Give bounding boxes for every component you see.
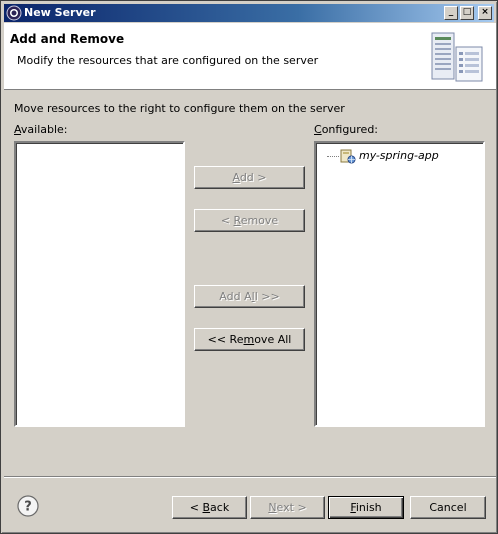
tree-connector [327,156,339,157]
available-label: Available: [14,123,68,136]
web-project-icon [340,149,356,164]
configured-label: Configured: [314,123,379,136]
svg-text:?: ? [24,500,32,515]
configured-list[interactable]: my-spring-app [314,141,485,427]
page-description: Modify the resources that are configured… [17,54,319,67]
remove-button[interactable]: < Remove [194,209,305,232]
minimize-button[interactable]: _ [444,6,458,20]
tree-item-label: my-spring-app [359,149,439,162]
title-bar[interactable]: New Server _ □ × [4,4,494,22]
window-title: New Server [24,6,96,19]
maximize-button[interactable]: □ [460,6,474,20]
available-list[interactable] [14,141,185,427]
wizard-banner: Add and Remove Modify the resources that… [4,23,496,90]
cancel-button[interactable]: Cancel [410,496,486,519]
next-button[interactable]: Next > [250,496,325,519]
finish-button[interactable]: Finish [328,496,404,519]
add-button[interactable]: Add > [194,166,305,189]
server-icon [431,32,483,82]
new-server-dialog: New Server _ □ × Add and Remove Modify t… [0,0,498,534]
page-title: Add and Remove [10,32,125,46]
instructions-text: Move resources to the right to configure… [14,102,345,115]
close-button[interactable]: × [478,6,492,20]
eclipse-icon [6,5,22,21]
back-button[interactable]: < Back [172,496,247,519]
add-all-button[interactable]: Add All >> [194,285,305,308]
footer-separator [4,476,496,478]
help-icon[interactable]: ? [17,495,39,517]
remove-all-button[interactable]: << Remove All [194,328,305,351]
